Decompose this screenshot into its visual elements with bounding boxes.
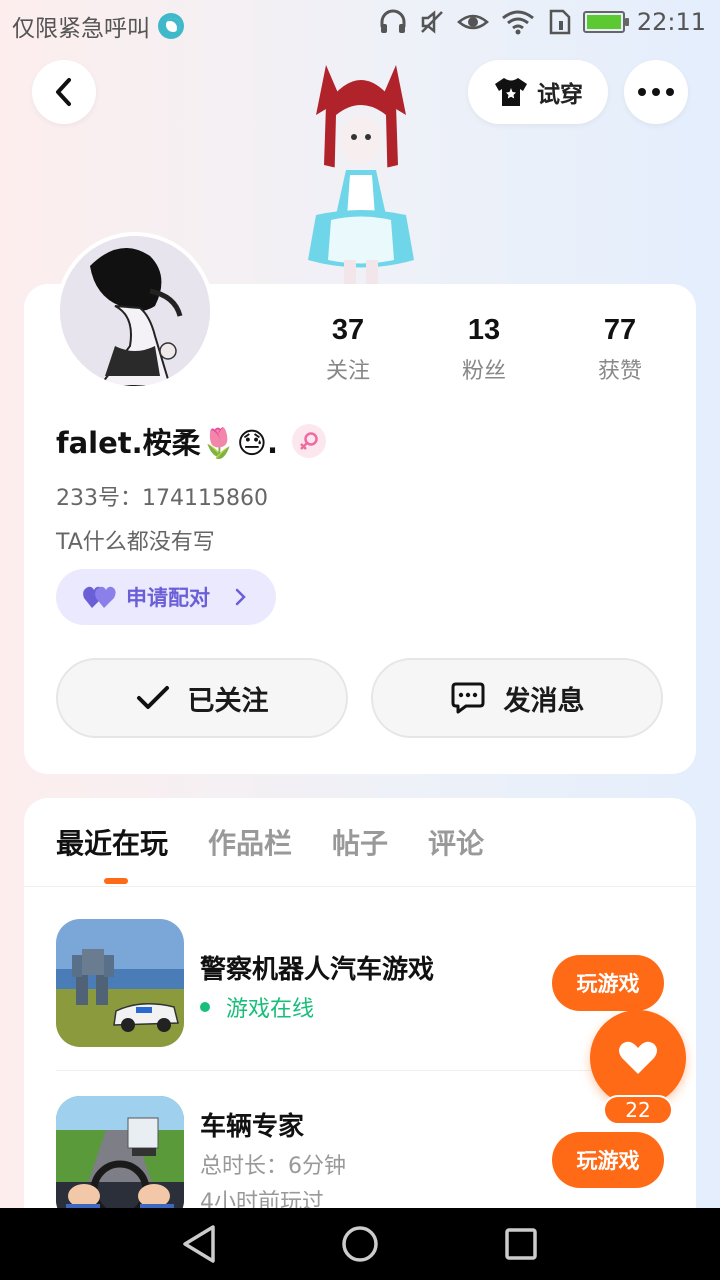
nav-recents-icon[interactable] <box>503 1226 539 1262</box>
followed-button[interactable]: 已关注 <box>56 658 348 738</box>
eye-icon <box>456 14 489 30</box>
status-bar: 仅限紧急呼叫 22:11 <box>0 0 720 50</box>
list-item[interactable]: 警察机器人汽车游戏 游戏在线 玩游戏 <box>56 919 676 1049</box>
divider <box>24 886 696 887</box>
tab-posts[interactable]: 帖子 <box>332 822 388 862</box>
try-on-label: 试穿 <box>537 82 583 108</box>
stat-label: 关注 <box>325 359 370 384</box>
content-card: 最近在玩 作品栏 帖子 评论 警察机器人汽车游戏 游戏在线 玩游戏 车辆专家 总… <box>24 798 696 1218</box>
nav-back-icon[interactable] <box>181 1224 217 1264</box>
battery-icon <box>582 11 629 33</box>
stat-fans[interactable]: 13 粉丝 <box>416 314 552 385</box>
more-button[interactable] <box>624 60 688 124</box>
back-button[interactable] <box>32 60 96 124</box>
wifi-icon <box>501 10 534 35</box>
clock: 22:11 <box>636 8 706 36</box>
chevron-right-icon <box>235 588 246 606</box>
online-dot-icon <box>200 1002 210 1012</box>
game-title: 车辆专家 <box>200 1112 305 1142</box>
list-item[interactable]: 车辆专家 总时长：6分钟 4小时前玩过 玩游戏 <box>56 1096 676 1218</box>
send-message-label: 发消息 <box>503 685 585 717</box>
stat-following[interactable]: 37 关注 <box>280 314 416 385</box>
nav-home-icon[interactable] <box>340 1224 380 1264</box>
carrier-text: 仅限紧急呼叫 <box>12 16 150 42</box>
female-icon <box>292 424 327 458</box>
followed-label: 已关注 <box>187 685 269 717</box>
stat-number: 77 <box>603 314 637 346</box>
moon-icon <box>158 13 184 39</box>
user-bio: TA什么都没有写 <box>56 530 215 555</box>
user-id: 233号：174115860 <box>56 486 268 511</box>
request-pair-button[interactable]: 申请配对 <box>56 569 276 625</box>
chevron-left-icon <box>56 78 71 106</box>
play-game-button[interactable]: 玩游戏 <box>552 955 664 1011</box>
play-duration: 总时长：6分钟 <box>200 1154 346 1179</box>
stat-likes[interactable]: 77 获赞 <box>552 314 688 385</box>
try-on-button[interactable]: 试穿 <box>468 60 608 124</box>
avatar[interactable] <box>56 232 214 390</box>
like-count: 22 <box>603 1095 673 1125</box>
sim-icon <box>549 9 571 35</box>
game-icon <box>56 919 184 1047</box>
stat-label: 获赞 <box>597 359 642 384</box>
heart-pair-icon <box>83 586 116 608</box>
tab-comments[interactable]: 评论 <box>428 822 484 862</box>
like-button[interactable] <box>590 1010 686 1106</box>
online-status: 游戏在线 <box>200 991 314 1023</box>
username-row: falet.桉柔🌷😓. <box>56 420 327 462</box>
heart-icon <box>619 1041 657 1074</box>
character-avatar-image <box>308 65 414 288</box>
tab-bar: 最近在玩 作品栏 帖子 评论 <box>56 822 484 884</box>
tshirt-icon <box>495 78 527 106</box>
mute-icon <box>420 10 443 34</box>
request-pair-label: 申请配对 <box>126 586 210 610</box>
online-status-label: 游戏在线 <box>226 997 315 1022</box>
more-dots-icon <box>638 88 674 96</box>
tab-recently-played[interactable]: 最近在玩 <box>56 822 168 884</box>
checkmark-icon <box>136 686 169 709</box>
divider <box>56 1070 664 1071</box>
game-title: 警察机器人汽车游戏 <box>200 955 435 985</box>
stat-number: 13 <box>467 314 501 346</box>
username: falet.桉柔🌷😓. <box>56 426 279 460</box>
stat-number: 37 <box>331 314 365 346</box>
send-message-button[interactable]: 发消息 <box>371 658 663 738</box>
chat-bubble-icon <box>451 682 484 714</box>
play-game-button[interactable]: 玩游戏 <box>552 1132 664 1188</box>
system-nav-bar <box>0 1208 720 1280</box>
headphones-icon <box>380 9 406 33</box>
stat-label: 粉丝 <box>461 359 506 384</box>
game-icon <box>56 1096 184 1218</box>
stats-row: 37 关注 13 粉丝 77 获赞 <box>280 314 688 385</box>
avatar-image <box>60 236 210 386</box>
tab-works[interactable]: 作品栏 <box>208 822 292 862</box>
